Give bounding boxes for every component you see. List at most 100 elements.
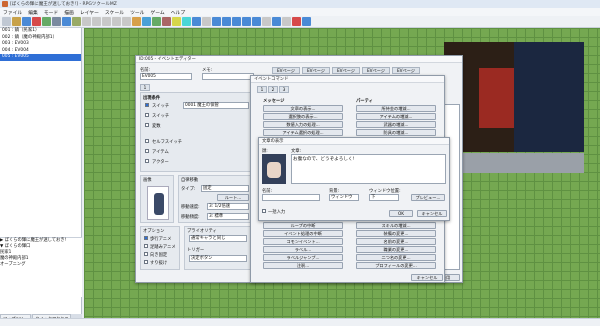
toolbar-tool-icon-26[interactable] [262, 17, 271, 26]
command-tab[interactable]: 1 [257, 86, 267, 93]
command-button[interactable]: アイテム選択の処理... [263, 129, 343, 136]
through-checkbox[interactable] [144, 260, 148, 264]
command-button[interactable]: プロフィールの変更... [356, 262, 436, 269]
item-checkbox[interactable] [145, 149, 149, 153]
window-position-select[interactable]: 下 [369, 194, 399, 201]
command-button[interactable]: 所持金の増減... [356, 105, 436, 112]
event-name-input[interactable]: EV005 [140, 73, 192, 80]
priority-select[interactable]: 通常キャラと同じ [189, 235, 247, 242]
command-button[interactable]: 武器の増減... [356, 121, 436, 128]
trigger-select[interactable]: 決定ボタン [189, 255, 247, 262]
command-button[interactable]: 文章の表示... [263, 105, 343, 112]
toolbar-tool-icon-0[interactable] [2, 17, 11, 26]
event-page-tab[interactable]: EVページ [392, 67, 420, 74]
toolbar-tool-icon-1[interactable] [12, 17, 21, 26]
command-button[interactable]: 選択肢の表示... [263, 113, 343, 120]
toolbar-tool-icon-15[interactable] [152, 17, 161, 26]
command-button[interactable]: 装備の変更... [356, 230, 436, 237]
event-page-tab[interactable]: EVページ [272, 67, 300, 74]
toolbar-tool-icon-5[interactable] [52, 17, 61, 26]
command-button[interactable]: 防具の増減... [356, 129, 436, 136]
toolbar-tool-icon-6[interactable] [62, 17, 71, 26]
text-cancel-button[interactable]: キャンセル [417, 210, 447, 217]
batch-entry-checkbox[interactable] [262, 209, 266, 213]
ok-button[interactable]: OK [389, 210, 413, 217]
command-button[interactable]: 二つ名の変更... [356, 254, 436, 261]
toolbar-tool-icon-3[interactable] [32, 17, 41, 26]
actor-checkbox[interactable] [145, 159, 149, 163]
toolbar-tool-icon-23[interactable] [232, 17, 241, 26]
toolbar-tool-icon-19[interactable] [192, 17, 201, 26]
map-tree-item[interactable]: オープニング [0, 262, 82, 268]
command-button[interactable]: ループの中断 [263, 222, 343, 229]
toolbar-tool-icon-16[interactable] [162, 17, 171, 26]
toolbar-tool-icon-30[interactable] [302, 17, 311, 26]
toolbar-tool-icon-10[interactable] [102, 17, 111, 26]
toolbar-tool-icon-14[interactable] [142, 17, 151, 26]
toolbar-tool-icon-28[interactable] [282, 17, 291, 26]
toolbar-tool-icon-12[interactable] [122, 17, 131, 26]
toolbar-tool-icon-21[interactable] [212, 17, 221, 26]
event-page-tab[interactable]: EVページ [302, 67, 330, 74]
toolbar-tool-icon-9[interactable] [92, 17, 101, 26]
menu-item-2[interactable]: モード [44, 9, 58, 16]
toolbar-tool-icon-20[interactable] [202, 17, 211, 26]
type-select[interactable]: 固定 [201, 185, 249, 192]
speed-select[interactable]: 3: 1/2倍速 [207, 203, 249, 210]
map-list-item[interactable]: 005 : EV005 [0, 54, 81, 61]
direction-fix-checkbox[interactable] [144, 252, 148, 256]
speaker-name-input[interactable] [262, 194, 320, 201]
menu-item-6[interactable]: ツール [130, 9, 144, 16]
command-button[interactable]: アイテムの増減... [356, 113, 436, 120]
frequency-select[interactable]: 3: 標準 [207, 213, 249, 220]
switch2-checkbox[interactable] [145, 113, 149, 117]
toolbar-tool-icon-27[interactable] [272, 17, 281, 26]
command-button[interactable]: スキルの増減... [356, 222, 436, 229]
toolbar-tool-icon-4[interactable] [42, 17, 51, 26]
toolbar-tool-icon-7[interactable] [72, 17, 81, 26]
selfswitch-checkbox[interactable] [145, 139, 149, 143]
toolbar-tool-icon-11[interactable] [112, 17, 121, 26]
command-button[interactable]: イベント処理の中断 [263, 230, 343, 237]
menu-item-7[interactable]: ゲーム [150, 9, 164, 16]
message-textarea[interactable]: お腹なので、どうぞよろしく! [291, 154, 446, 184]
variable-checkbox[interactable] [145, 123, 149, 127]
command-button[interactable]: 注釈... [263, 262, 343, 269]
command-button[interactable]: 名前の変更... [356, 238, 436, 245]
page-tab-1[interactable]: 1 [140, 84, 150, 91]
stepping-anim-checkbox[interactable] [144, 244, 148, 248]
event-image[interactable] [147, 186, 169, 220]
toolbar-tool-icon-22[interactable] [222, 17, 231, 26]
preview-button[interactable]: プレビュー... [411, 194, 445, 201]
toolbar-tool-icon-2[interactable] [22, 17, 31, 26]
command-tab[interactable]: 3 [279, 86, 289, 93]
command-button[interactable]: コモンイベント... [263, 238, 343, 245]
switch-select[interactable]: 0001 魔王の保管 [183, 102, 249, 109]
toolbar-tool-icon-13[interactable] [132, 17, 141, 26]
command-cancel-button[interactable]: キャンセル [411, 274, 443, 281]
background-select[interactable]: ウィンドウ [329, 194, 359, 201]
event-page-tab[interactable]: EVページ [332, 67, 360, 74]
command-tab[interactable]: 2 [268, 86, 278, 93]
command-button[interactable]: 数値入力の処理... [263, 121, 343, 128]
toolbar-tool-icon-29[interactable] [292, 17, 301, 26]
walking-anim-checkbox[interactable] [144, 236, 148, 240]
toolbar-tool-icon-25[interactable] [252, 17, 261, 26]
face-image[interactable] [262, 154, 286, 184]
menu-item-1[interactable]: 編集 [28, 9, 38, 16]
menu-item-4[interactable]: レイヤー [80, 9, 99, 16]
toolbar-tool-icon-24[interactable] [242, 17, 251, 26]
route-button[interactable]: ルート... [217, 194, 249, 201]
toolbar-tool-icon-8[interactable] [82, 17, 91, 26]
command-button[interactable]: ラベル... [263, 246, 343, 253]
toolbar-tool-icon-18[interactable] [182, 17, 191, 26]
menu-item-3[interactable]: 描画 [64, 9, 74, 16]
event-note-input[interactable] [202, 73, 254, 80]
switch-checkbox[interactable] [145, 103, 149, 107]
toolbar-tool-icon-17[interactable] [172, 17, 181, 26]
menu-item-8[interactable]: ヘルプ [171, 9, 185, 16]
command-button[interactable]: 職業の変更... [356, 246, 436, 253]
command-button[interactable]: ラベルジャンプ... [263, 254, 343, 261]
menu-item-5[interactable]: スケール [105, 9, 124, 16]
event-page-tab[interactable]: EVページ [362, 67, 390, 74]
